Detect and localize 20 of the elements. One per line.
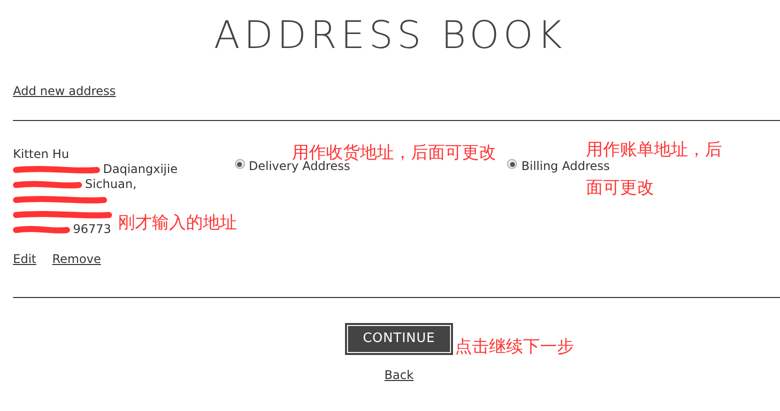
annotation-text: 点击继续下一步 xyxy=(455,337,574,357)
scribble-drawing xyxy=(13,224,71,234)
page-title: ADDRESS BOOK xyxy=(212,12,568,58)
radio-button[interactable] xyxy=(234,159,245,169)
delivery-address-label: Delivery Address xyxy=(248,159,350,175)
address-line: Kitten Hu xyxy=(13,147,70,162)
annotation-text: 面可更改 xyxy=(586,178,654,198)
back-link[interactable]: Back xyxy=(384,366,414,384)
add-address-link[interactable]: Add new address xyxy=(13,84,116,98)
address-line: Daqiangxijie xyxy=(103,162,178,177)
address-line: 96773 xyxy=(73,222,112,237)
annotation-text: 用作账单地址，后 xyxy=(586,140,722,160)
annotation-text: 刚才输入的地址 xyxy=(118,213,237,233)
address-line: Sichuan, xyxy=(85,177,137,192)
remove-link[interactable]: Remove xyxy=(52,252,101,267)
edit-link[interactable]: Edit xyxy=(13,252,36,267)
scribble-drawing xyxy=(13,180,83,190)
billing-address-label: Billing Address xyxy=(521,158,610,175)
continue-button[interactable]: CONTINUE xyxy=(344,323,454,354)
radio-button[interactable] xyxy=(507,159,518,169)
